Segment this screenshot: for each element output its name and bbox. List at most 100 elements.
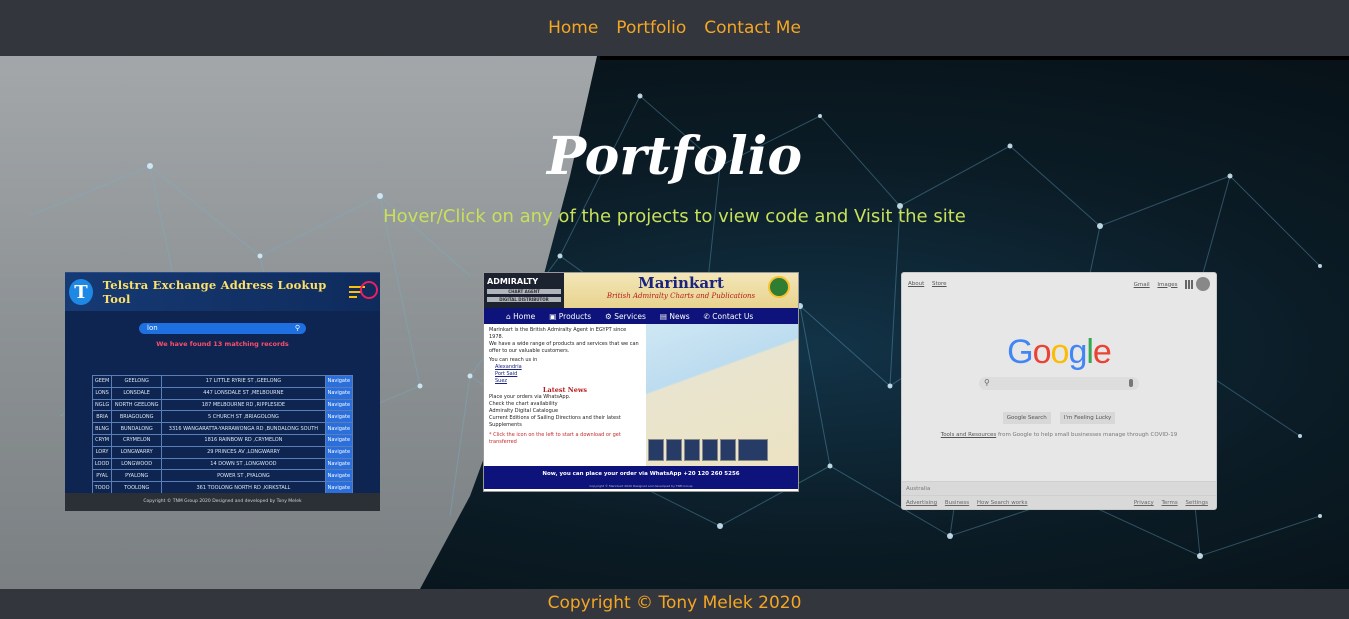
footer-copyright: Copyright © Tony Melek 2020 (547, 593, 802, 613)
portfolio-hero: Portfolio Hover/Click on any of the proj… (0, 56, 1349, 589)
table-cell: CRYMELON (111, 433, 163, 447)
table-cell: PYAL (91, 469, 113, 483)
admiralty-label: ADMIRALTY (487, 277, 539, 286)
marinkart-nav-news: ▤ News (659, 311, 690, 321)
telstra-logo-icon: T (69, 279, 93, 305)
table-cell: BRIAGOLONG (111, 410, 163, 424)
news-item: Admiralty Digital Catalogue (489, 408, 559, 414)
table-cell: 17 LITTLE RYRIE ST ,GEELONG (161, 375, 326, 388)
nav-link-home[interactable]: Home (548, 18, 598, 38)
google-country: Australia (902, 481, 1216, 495)
navigate-button: Navigate (324, 375, 354, 388)
search-icon: ⚲ (984, 378, 990, 387)
table-row: PYAL PYALONG POWER ST ,PYALONG Navigate (91, 469, 354, 483)
nav-link-portfolio[interactable]: Portfolio (616, 18, 686, 38)
marinkart-text: Marinkart is the British Admiralty Agent… (484, 324, 646, 466)
marinkart-body: Marinkart is the British Admiralty Agent… (484, 324, 798, 466)
project-card-telstra[interactable]: T Telstra Exchange Address Lookup Tool l… (65, 272, 380, 511)
table-row: TOOO TOOLONG 361 TOOLONG NORTH RD ,KIRKSTA… (91, 481, 354, 494)
table-cell: 3316 WANGARATTA-YARRAWONGA RD ,BUNDALONG… (161, 422, 326, 435)
table-row: BLNG BUNDALONG 3316 WANGARATTA-YARRAWONGA … (91, 422, 354, 435)
news-item: Current Editions of Sailing Directions a… (489, 415, 621, 428)
navigate-button: Navigate (324, 422, 354, 435)
marinkart-nav: ⌂ Home ▣ Products ⚙ Services ▤ News ✆ Co… (484, 308, 798, 324)
marinkart-tagline: British Admiralty Charts and Publication… (606, 292, 756, 300)
navigate-button: Navigate (324, 410, 354, 424)
table-cell: 5 CHURCH ST ,BRIAGOLONG (161, 410, 326, 424)
navigate-button: Navigate (324, 457, 354, 471)
microphone-icon (1129, 379, 1133, 387)
google-search-box: ⚲ (979, 377, 1139, 390)
publications-thumbnails (648, 439, 768, 461)
google-footer: Advertising Business How Search works Pr… (902, 495, 1216, 509)
table-cell: LOOD (91, 457, 113, 471)
table-cell: NORTH GEELONG (111, 398, 163, 412)
project-card-marinkart[interactable]: ADMIRALTY CHART AGENT DIGITAL DISTRIBUTO… (483, 272, 799, 492)
hero-top-shadow (600, 56, 1349, 60)
seal-icon (768, 276, 790, 298)
marinkart-name: Marinkart (638, 274, 724, 292)
google-logo-letter: G (1007, 333, 1033, 371)
advertising-link: Advertising (906, 500, 938, 506)
privacy-link: Privacy (1133, 500, 1154, 506)
marinkart-header: ADMIRALTY CHART AGENT DIGITAL DISTRIBUTO… (484, 273, 798, 308)
page-title: Portfolio (546, 126, 803, 187)
telstra-results-count: We have found 13 matching records (156, 340, 289, 348)
marinkart-nav-home: ⌂ Home (506, 311, 536, 321)
table-row: NGLG NORTH GEELONG 187 MELBOURNE RD ,RIPPL… (91, 398, 354, 412)
google-store-link: Store (932, 281, 947, 287)
terms-link: Terms (1161, 500, 1178, 506)
search-icon: ⚲ (294, 324, 300, 332)
whatsapp-banner: Now, you can place your order via WhatsA… (484, 466, 798, 483)
navigate-button: Navigate (324, 433, 354, 447)
table-cell: NGLG (91, 398, 113, 412)
navigate-button: Navigate (324, 445, 354, 459)
table-row: CRYM CRYMELON 1816 RAINBOW RD ,CRYMELON Nav… (91, 433, 354, 447)
tools-resources-link: Tools and Resources (940, 432, 997, 438)
table-row: BRIA BRIAGOLONG 5 CHURCH ST ,BRIAGOLONG Nav… (91, 410, 354, 424)
covid-notice-text: from Google to help small businesses man… (996, 432, 1178, 438)
google-covid-notice: Tools and Resources from Google to help … (902, 432, 1216, 438)
digital-distributor-label: DIGITAL DISTRIBUTOR (487, 297, 561, 302)
table-cell: LORY (91, 445, 113, 459)
table-cell: LONSDALE (111, 386, 163, 400)
table-cell: TOOLONG (111, 481, 163, 494)
table-cell: 14 DOWN ST ,LONGWOOD (161, 457, 326, 471)
table-cell: LONGWARRY (111, 445, 163, 459)
table-cell: 447 LONSDALE ST ,MELBOURNE (161, 386, 326, 400)
table-cell: LONS (91, 386, 113, 400)
google-about-link: About (908, 281, 925, 287)
feeling-lucky-button: I'm Feeling Lucky (1059, 412, 1116, 424)
business-link: Business (944, 500, 970, 506)
telstra-search-value: lon (147, 324, 158, 332)
google-logo-letter: g (1068, 333, 1087, 371)
nav-link-contact[interactable]: Contact Me (704, 18, 801, 38)
project-card-google-clone[interactable]: About Store Gmail Images Google ⚲ Google… (901, 272, 1217, 510)
table-cell: 29 PRINCES AV ,LONGWARRY (161, 445, 326, 459)
marinkart-nav-contact: ✆ Contact Us (703, 311, 754, 321)
location-alexandria: Alexandria (495, 364, 522, 370)
table-row: LONS LONSDALE 447 LONSDALE ST ,MELBOURNE Na… (91, 386, 354, 400)
telstra-title: Telstra Exchange Address Lookup Tool (102, 278, 327, 306)
table-cell: PYALONG (111, 469, 163, 483)
marinkart-nav-services: ⚙ Services (605, 311, 646, 321)
table-cell: POWER ST ,PYALONG (161, 469, 326, 483)
table-row: GEEM GEELONG 17 LITTLE RYRIE ST ,GEELONG Na… (91, 375, 354, 388)
table-cell: TOOO (91, 481, 113, 494)
marinkart-reach: You can reach us in (489, 357, 538, 363)
google-logo-letter: e (1092, 333, 1112, 371)
marinkart-intro: Marinkart is the British Admiralty Agent… (489, 327, 627, 340)
google-gmail-link: Gmail (1133, 281, 1150, 288)
news-item: Place your orders via WhatsApp. (489, 394, 571, 400)
avatar (1196, 277, 1210, 291)
latest-news-heading: Latest News (542, 386, 588, 394)
table-cell: GEEM (91, 375, 113, 388)
table-cell: BRIA (91, 410, 113, 424)
marinkart-range: We have a wide range of products and ser… (489, 341, 639, 354)
table-cell: 361 TOOLONG NORTH RD ,KIRKSTALL (161, 481, 326, 494)
marinkart-banner: Marinkart British Admiralty Charts and P… (564, 273, 798, 308)
table-row: LORY LONGWARRY 29 PRINCES AV ,LONGWARRY Nav… (91, 445, 354, 459)
google-logo: Google (902, 333, 1216, 372)
apps-grid-icon (1185, 279, 1195, 289)
magnifier-icon (348, 281, 380, 303)
